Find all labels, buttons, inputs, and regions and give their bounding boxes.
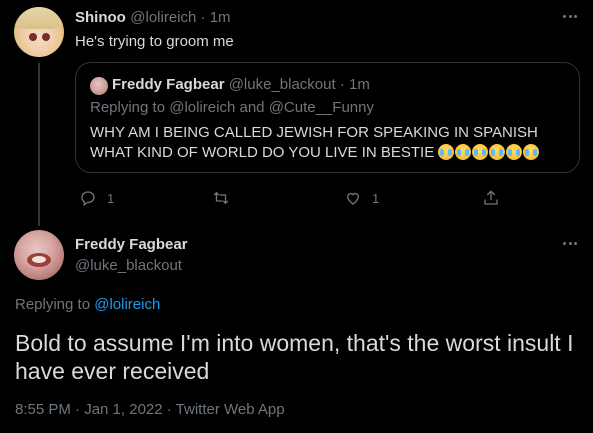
avatar-eye-right bbox=[42, 33, 50, 41]
avatar-eye-left bbox=[29, 33, 37, 41]
tweet2-replying-user[interactable]: @lolireich bbox=[94, 296, 160, 313]
loudly-crying-face-icon bbox=[438, 144, 540, 166]
share-button[interactable] bbox=[482, 189, 500, 207]
quoted-display-name: Freddy Fagbear bbox=[112, 76, 225, 93]
tweet2-text: Bold to assume I'm into women, that's th… bbox=[15, 330, 574, 384]
tweet1-display-name[interactable]: Shinoo bbox=[75, 9, 126, 26]
tweet1-header: Shinoo @lolireich · 1m bbox=[75, 9, 231, 27]
tweet2-handle[interactable]: @luke_blackout bbox=[75, 257, 182, 274]
tweet2-display-name[interactable]: Freddy Fagbear bbox=[75, 236, 188, 253]
retweet-button[interactable] bbox=[212, 189, 240, 207]
like-count: 1 bbox=[372, 190, 380, 206]
thread-line bbox=[38, 63, 40, 226]
retweet-icon bbox=[213, 191, 229, 205]
quoted-replying-user-2: @Cute__Funny bbox=[268, 99, 374, 116]
quoted-time: 1m bbox=[349, 76, 370, 93]
like-button[interactable]: 1 bbox=[344, 189, 379, 207]
tweet2-replying-to: Replying to @lolireich bbox=[15, 296, 160, 313]
tweet2-meta[interactable]: 8:55 PM · Jan 1, 2022 · Twitter Web App bbox=[15, 401, 285, 418]
quoted-separator: · bbox=[335, 76, 350, 93]
avatar-teeth bbox=[32, 256, 46, 263]
tweet2-display-name-wrap: Freddy Fagbear bbox=[75, 236, 188, 254]
tweet2-more-icon[interactable] bbox=[563, 242, 577, 248]
quoted-handle: @luke_blackout bbox=[228, 76, 336, 93]
tweet2-replying-prefix: Replying to bbox=[15, 296, 95, 313]
tweet1-separator: · bbox=[196, 9, 210, 26]
quoted-text-block: WHY AM I BEING CALLED JEWISH FOR SPEAKIN… bbox=[90, 123, 570, 166]
quoted-replying-prefix: Replying to bbox=[90, 99, 170, 116]
reply-count: 1 bbox=[107, 190, 115, 206]
tweet1-more-icon[interactable] bbox=[563, 15, 577, 21]
avatar-shinoo[interactable] bbox=[14, 7, 64, 57]
heart-icon bbox=[347, 192, 359, 205]
avatar-hair bbox=[14, 7, 64, 29]
quoted-header: Freddy Fagbear @luke_blackout · 1m bbox=[112, 76, 370, 93]
quoted-replying-and: and bbox=[235, 99, 269, 116]
tweet1-handle[interactable]: @lolireich bbox=[130, 9, 196, 26]
reply-icon bbox=[81, 191, 95, 207]
share-icon bbox=[484, 190, 498, 205]
quoted-replying-to: Replying to @lolireich and @Cute__Funny bbox=[90, 99, 374, 116]
quoted-replying-user-1: @lolireich bbox=[169, 99, 236, 116]
quoted-avatar bbox=[90, 77, 108, 95]
tweet1-text: He's trying to groom me bbox=[75, 33, 234, 50]
reply-button[interactable]: 1 bbox=[79, 189, 114, 207]
tweet1-time[interactable]: 1m bbox=[210, 9, 231, 26]
avatar-freddy[interactable] bbox=[14, 230, 64, 280]
